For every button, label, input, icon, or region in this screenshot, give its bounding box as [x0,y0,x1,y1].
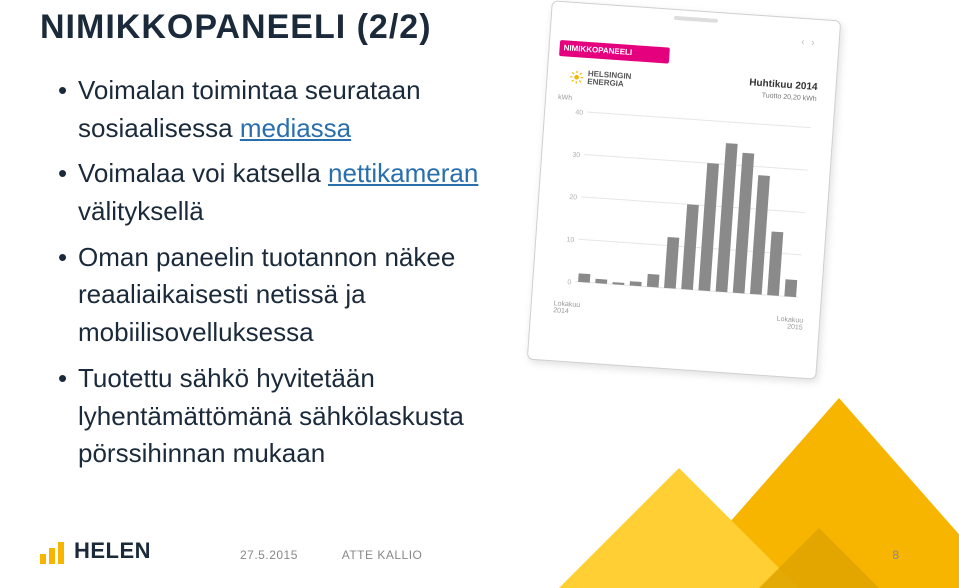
footer-meta: 27.5.2015 ATTE KALLIO [240,548,422,562]
bullet-text: Oman paneelin tuotannon näkee reaaliaika… [78,242,455,347]
logo-bars-icon [40,542,64,564]
bullet-item: Tuotettu sähkö hyvitetään lyhentämättömä… [58,360,518,473]
sun-icon [569,70,584,85]
svg-text:20: 20 [569,194,577,202]
bar-chart: 0 10 20 30 40 [556,105,815,312]
svg-text:10: 10 [566,236,574,244]
bullet-link[interactable]: nettikameran [328,158,478,188]
bullet-text: Voimalaa voi katsella [78,158,328,188]
helen-logo: HELEN [40,538,151,564]
page-number: 8 [892,548,899,562]
footer-date: 27.5.2015 [240,548,298,562]
slide-title: NIMIKKOPANEELI (2/2) [40,8,432,47]
chart-title: Huhtikuu 2014 [749,77,818,93]
x-axis-start: Lokakuu2014 [553,300,580,316]
brand-text: HELSINGIN ENERGIA [587,70,632,89]
svg-text:30: 30 [572,152,580,160]
bullet-list: Voimalan toimintaa seurataan sosiaalises… [58,72,518,481]
bullet-link[interactable]: mediassa [240,113,351,143]
tab-label: NIMIKKOPANEELI [563,40,633,61]
logo-text: HELEN [74,538,151,564]
phone-handle [674,16,718,23]
y-axis-unit: kWh [558,94,572,102]
bullet-item: Oman paneelin tuotannon näkee reaaliaika… [58,239,518,352]
bullet-item: Voimalan toimintaa seurataan sosiaalises… [58,72,518,147]
bullet-text: välityksellä [78,196,204,226]
bullet-text: Tuotettu sähkö hyvitetään lyhentämättömä… [78,363,464,468]
brand-block: HELSINGIN ENERGIA [569,69,632,89]
bullet-item: Voimalaa voi katsella nettikameran välit… [58,155,518,230]
svg-text:0: 0 [567,279,571,286]
svg-text:40: 40 [575,109,583,117]
nav-arrows-icon[interactable]: ‹ › [801,37,817,49]
chart-subtitle: Tuotto 20,20 kWh [762,92,817,103]
footer-author: ATTE KALLIO [342,548,423,562]
phone-mockup: ‹ › NIMIKKOPANEELI HELSINGIN ENERGIA Huh… [527,0,841,379]
slide-footer: HELEN 27.5.2015 ATTE KALLIO 8 [0,518,959,588]
